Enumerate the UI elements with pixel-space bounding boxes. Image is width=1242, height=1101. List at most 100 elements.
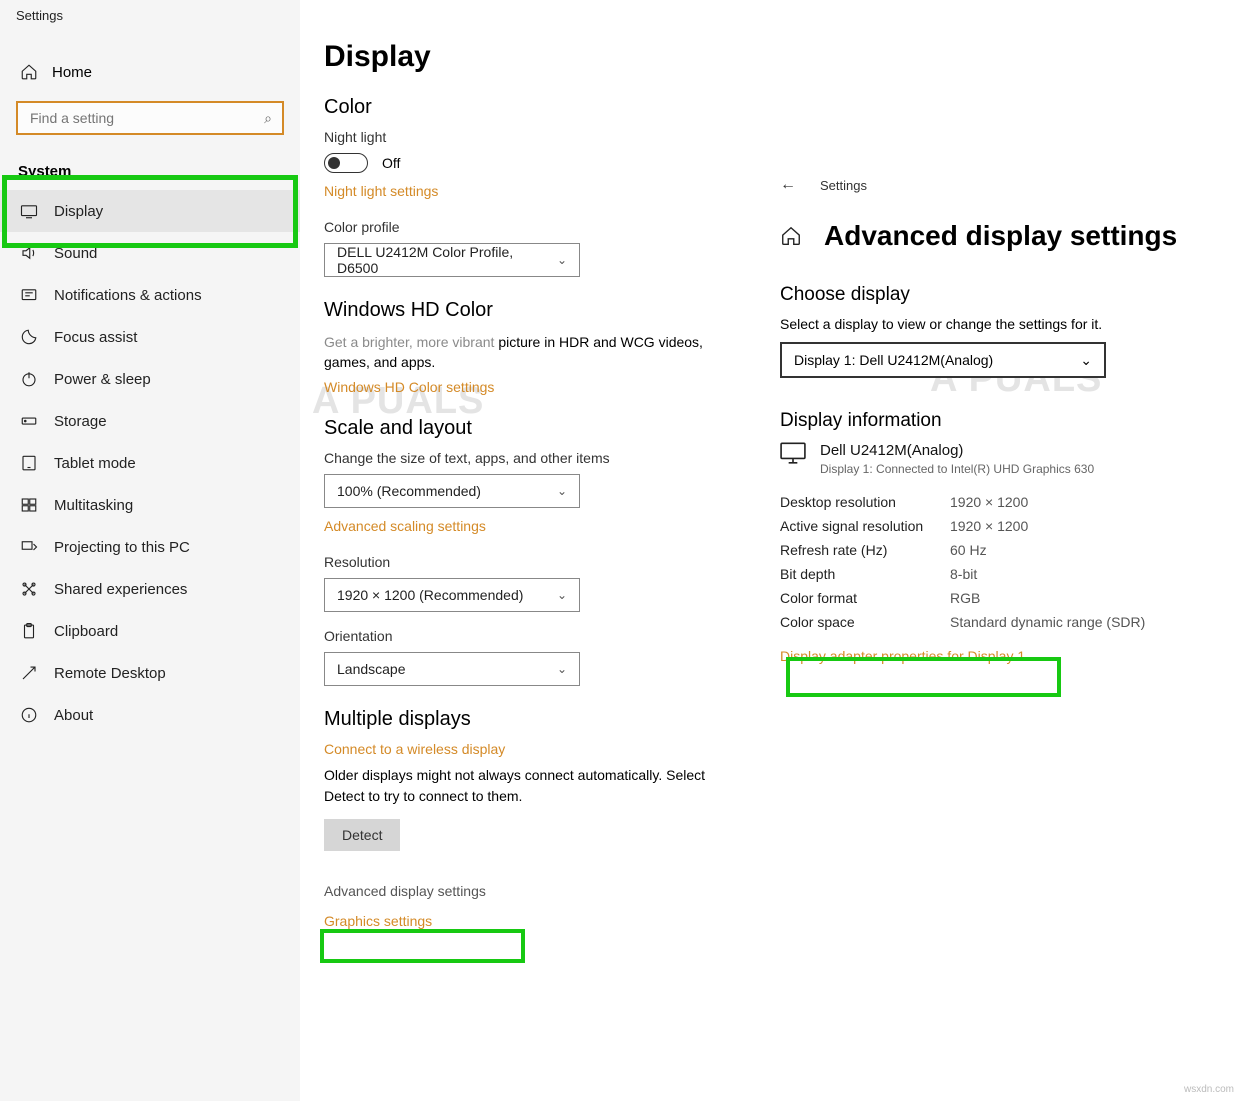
about-icon bbox=[20, 706, 38, 724]
sidebar-item-shared[interactable]: Shared experiences bbox=[0, 568, 300, 610]
night-light-label: Night light bbox=[324, 129, 736, 145]
sidebar-item-remote[interactable]: Remote Desktop bbox=[0, 652, 300, 694]
section-multiple: Multiple displays bbox=[324, 708, 736, 731]
table-row: Desktop resolution1920 × 1200 bbox=[780, 490, 1145, 514]
clipboard-icon bbox=[20, 622, 38, 640]
sidebar-item-sound[interactable]: Sound bbox=[0, 232, 300, 274]
sidebar-item-label: Tablet mode bbox=[54, 455, 136, 472]
power-icon bbox=[20, 370, 38, 388]
tablet-icon bbox=[20, 454, 38, 472]
display-info-table: Desktop resolution1920 × 1200 Active sig… bbox=[780, 490, 1145, 634]
choose-display-heading: Choose display bbox=[780, 284, 1220, 306]
source-watermark: wsxdn.com bbox=[1184, 1084, 1234, 1095]
advanced-scaling-link[interactable]: Advanced scaling settings bbox=[324, 518, 486, 534]
home-icon[interactable] bbox=[780, 225, 802, 247]
orientation-label: Orientation bbox=[324, 628, 736, 644]
detect-button[interactable]: Detect bbox=[324, 819, 400, 851]
color-profile-select[interactable]: DELL U2412M Color Profile, D6500 ⌄ bbox=[324, 243, 580, 277]
section-color: Color bbox=[324, 96, 736, 119]
sidebar-item-storage[interactable]: Storage bbox=[0, 400, 300, 442]
sidebar-item-tablet[interactable]: Tablet mode bbox=[0, 442, 300, 484]
display-settings-panel: Display Color Night light Off Night ligh… bbox=[300, 0, 760, 949]
sidebar-item-label: Storage bbox=[54, 413, 107, 430]
orientation-value: Landscape bbox=[337, 661, 406, 677]
table-row: Active signal resolution1920 × 1200 bbox=[780, 514, 1145, 538]
advanced-title: Advanced display settings bbox=[824, 220, 1177, 252]
focus-icon bbox=[20, 328, 38, 346]
sidebar-item-about[interactable]: About bbox=[0, 694, 300, 736]
sidebar-item-label: Display bbox=[54, 203, 103, 220]
search-field[interactable] bbox=[28, 109, 264, 127]
connect-wireless-link[interactable]: Connect to a wireless display bbox=[324, 741, 505, 757]
monitor-subtext: Display 1: Connected to Intel(R) UHD Gra… bbox=[820, 462, 1094, 476]
sidebar-item-clipboard[interactable]: Clipboard bbox=[0, 610, 300, 652]
hdcolor-description: Get a brighter, more vibrant picture in … bbox=[324, 332, 714, 373]
chevron-down-icon: ⌄ bbox=[557, 484, 567, 498]
page-title: Display bbox=[324, 40, 736, 74]
sidebar-item-label: About bbox=[54, 707, 93, 724]
display-info-heading: Display information bbox=[780, 410, 1220, 432]
monitor-icon bbox=[780, 442, 806, 464]
color-profile-value: DELL U2412M Color Profile, D6500 bbox=[337, 244, 557, 276]
sidebar-item-label: Focus assist bbox=[54, 329, 137, 346]
display-icon bbox=[20, 202, 38, 220]
display-adapter-link[interactable]: Display adapter properties for Display 1 bbox=[780, 648, 1025, 664]
advanced-display-settings-link[interactable]: Advanced display settings bbox=[324, 883, 736, 899]
back-label: Settings bbox=[820, 178, 867, 193]
back-button[interactable]: ← Settings bbox=[780, 176, 1220, 194]
window-title: Settings bbox=[0, 0, 300, 31]
table-row: Refresh rate (Hz)60 Hz bbox=[780, 538, 1145, 562]
sidebar-item-focus-assist[interactable]: Focus assist bbox=[0, 316, 300, 358]
resolution-select[interactable]: 1920 × 1200 (Recommended) ⌄ bbox=[324, 578, 580, 612]
sidebar-item-label: Sound bbox=[54, 245, 97, 262]
multitasking-icon bbox=[20, 496, 38, 514]
table-row: Color spaceStandard dynamic range (SDR) bbox=[780, 610, 1145, 634]
choose-display-select[interactable]: Display 1: Dell U2412M(Analog) ⌄ bbox=[780, 342, 1106, 378]
orientation-select[interactable]: Landscape ⌄ bbox=[324, 652, 580, 686]
monitor-name: Dell U2412M(Analog) bbox=[820, 442, 1094, 459]
sidebar-item-notifications[interactable]: Notifications & actions bbox=[0, 274, 300, 316]
table-row: Bit depth8-bit bbox=[780, 562, 1145, 586]
night-light-state: Off bbox=[382, 155, 400, 171]
remote-icon bbox=[20, 664, 38, 682]
sidebar-item-label: Power & sleep bbox=[54, 371, 151, 388]
chevron-down-icon: ⌄ bbox=[1080, 352, 1092, 369]
section-scale: Scale and layout bbox=[324, 417, 736, 440]
sidebar-item-projecting[interactable]: Projecting to this PC bbox=[0, 526, 300, 568]
scale-select[interactable]: 100% (Recommended) ⌄ bbox=[324, 474, 580, 508]
night-light-toggle[interactable] bbox=[324, 153, 368, 173]
detect-description: Older displays might not always connect … bbox=[324, 765, 724, 807]
home-label: Home bbox=[52, 64, 92, 81]
advanced-display-panel: ← Settings Advanced display settings Cho… bbox=[780, 176, 1220, 664]
category-heading: System bbox=[0, 157, 300, 190]
home-icon bbox=[20, 63, 38, 81]
sidebar-item-label: Shared experiences bbox=[54, 581, 187, 598]
sidebar-item-label: Clipboard bbox=[54, 623, 118, 640]
sidebar-item-display[interactable]: Display bbox=[0, 190, 300, 232]
choose-display-desc: Select a display to view or change the s… bbox=[780, 316, 1220, 332]
sound-icon bbox=[20, 244, 38, 262]
hdcolor-settings-link[interactable]: Windows HD Color settings bbox=[324, 379, 494, 395]
shared-icon bbox=[20, 580, 38, 598]
settings-sidebar: Settings Home ⌕ System Display Sound Not… bbox=[0, 0, 300, 1101]
sidebar-item-label: Notifications & actions bbox=[54, 287, 202, 304]
sidebar-item-label: Remote Desktop bbox=[54, 665, 166, 682]
graphics-settings-link[interactable]: Graphics settings bbox=[324, 913, 432, 929]
table-row: Color formatRGB bbox=[780, 586, 1145, 610]
night-light-settings-link[interactable]: Night light settings bbox=[324, 183, 438, 199]
storage-icon bbox=[20, 412, 38, 430]
chevron-down-icon: ⌄ bbox=[557, 662, 567, 676]
sidebar-item-multitasking[interactable]: Multitasking bbox=[0, 484, 300, 526]
home-button[interactable]: Home bbox=[0, 53, 300, 91]
section-hdcolor: Windows HD Color bbox=[324, 299, 736, 322]
resolution-value: 1920 × 1200 (Recommended) bbox=[337, 587, 523, 603]
choose-display-value: Display 1: Dell U2412M(Analog) bbox=[794, 352, 993, 368]
notifications-icon bbox=[20, 286, 38, 304]
search-input[interactable]: ⌕ bbox=[16, 101, 284, 135]
resolution-label: Resolution bbox=[324, 554, 736, 570]
back-arrow-icon: ← bbox=[780, 176, 796, 194]
sidebar-item-label: Projecting to this PC bbox=[54, 539, 190, 556]
projecting-icon bbox=[20, 538, 38, 556]
sidebar-item-power[interactable]: Power & sleep bbox=[0, 358, 300, 400]
chevron-down-icon: ⌄ bbox=[557, 253, 567, 267]
